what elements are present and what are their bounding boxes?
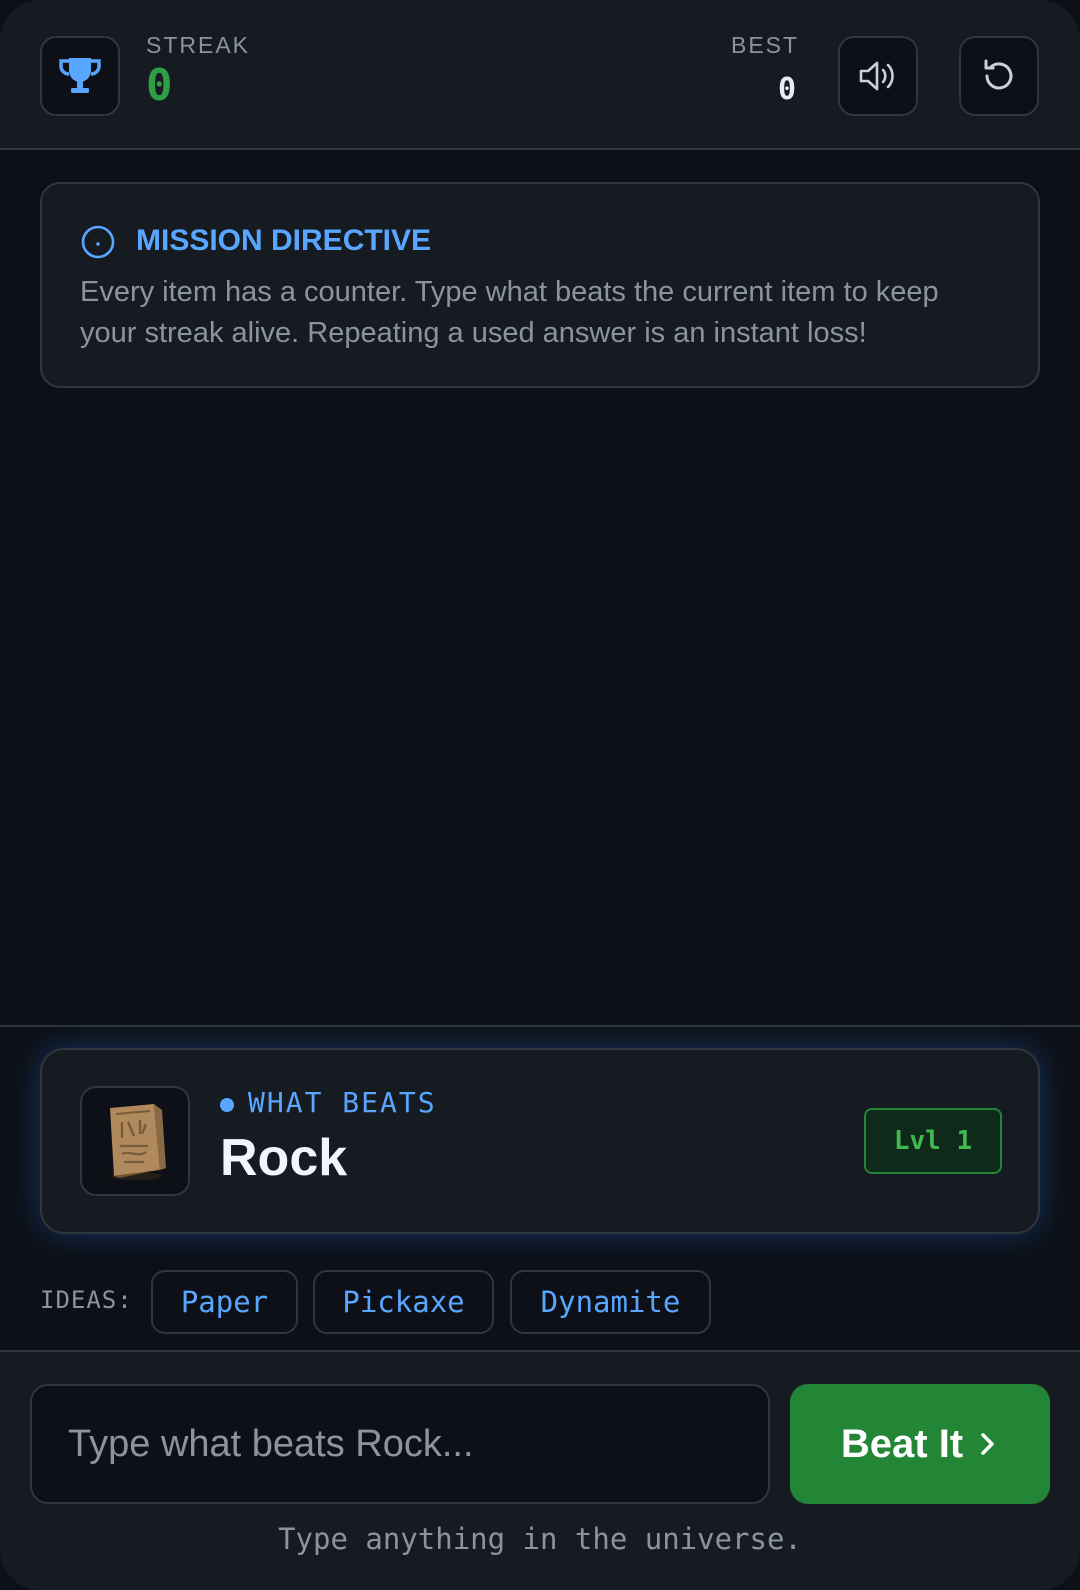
best-label: BEST: [731, 32, 800, 58]
beat-it-button[interactable]: Beat It: [790, 1384, 1050, 1504]
mission-card: MISSION DIRECTIVE Every item has a count…: [40, 182, 1040, 388]
input-hint: Type anything in the universe.: [278, 1522, 802, 1556]
reset-icon: [984, 59, 1013, 90]
trophy-icon: [59, 58, 101, 93]
current-item-name: Rock: [220, 1129, 348, 1187]
header-bar: STREAK 0 BEST 0: [0, 0, 1080, 150]
sound-toggle-button[interactable]: [838, 36, 918, 116]
idea-chip-pickaxe[interactable]: Pickaxe: [313, 1270, 494, 1334]
idea-chip-paper[interactable]: Paper: [151, 1270, 298, 1334]
speaker-icon: [859, 61, 894, 91]
answer-input[interactable]: [30, 1384, 770, 1504]
game-screen: STREAK 0 BEST 0 MISSION DIRECTIVE Every …: [0, 0, 1080, 1590]
trophy-badge: [40, 36, 120, 116]
info-icon: [81, 225, 115, 259]
beat-it-label: Beat It: [840, 1421, 964, 1466]
what-beats-label: WHAT BEATS: [248, 1086, 437, 1119]
target-item-card: WHAT BEATS Rock Lvl 1: [40, 1048, 1040, 1234]
streak-label: STREAK: [146, 32, 251, 58]
ideas-label: IDEAS:: [40, 1286, 133, 1314]
idea-chip-dynamite[interactable]: Dynamite: [510, 1270, 711, 1334]
streak-value: 0: [146, 60, 173, 111]
live-indicator-dot: [220, 1098, 234, 1112]
mission-text: Every item has a counter. Type what beat…: [80, 276, 939, 349]
item-image: [80, 1086, 190, 1196]
chevron-right-icon: [981, 1433, 994, 1455]
reset-button[interactable]: [959, 36, 1039, 116]
level-badge: Lvl 1: [864, 1108, 1002, 1174]
best-value: 0: [777, 72, 796, 107]
stone-tablet-icon: [110, 1104, 166, 1180]
mission-title: MISSION DIRECTIVE: [136, 224, 432, 257]
